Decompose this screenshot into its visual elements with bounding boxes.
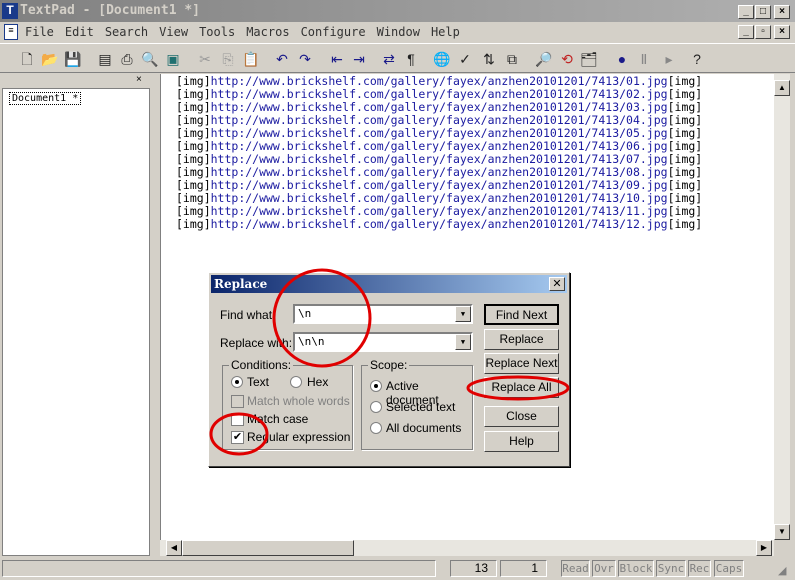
annotation-circle-regex [209,412,269,456]
annotation-circle-replace-all [466,375,570,401]
annotation-layer [209,268,570,456]
annotation-circle-find-replace [272,268,372,368]
